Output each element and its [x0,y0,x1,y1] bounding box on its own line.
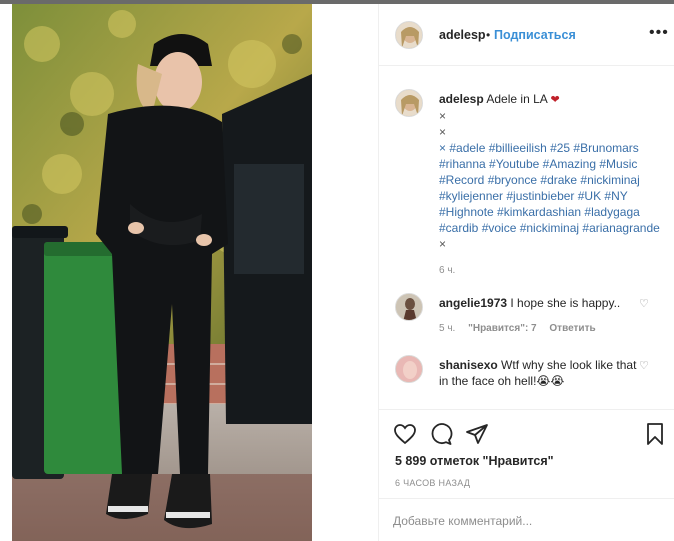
comment-input[interactable] [393,511,653,531]
comments-list[interactable]: adelesp Adele in LA ❤ × × × #adele #bill… [379,67,674,409]
post-header: adelesp • Подписаться ••• [379,4,674,66]
like-heart-icon[interactable] [393,422,419,448]
add-comment-bar [379,498,674,541]
comment-like-heart-icon[interactable]: ♡ [639,297,649,310]
author-username[interactable]: adelesp [439,28,486,42]
more-options-icon[interactable]: ••• [649,24,669,42]
avatar-image [396,294,422,320]
comment-timestamp[interactable]: 5 ч. [439,323,455,334]
comment-bubble-icon[interactable] [429,422,455,448]
share-send-icon[interactable] [465,422,491,448]
avatar-image [396,90,422,116]
photo-illustration [12,4,312,541]
commenter-avatar[interactable] [395,355,423,383]
post-timestamp[interactable]: 6 ЧАСОВ НАЗАД [395,478,470,488]
caption-hashtags[interactable]: × #adele #billieeilish #25 #Brunomars #r… [439,141,660,235]
comment-item: angelie1973 I hope she is happy.. 5 ч. "… [379,293,674,349]
caption-message: Adele in LA [486,92,548,106]
caption-timestamp[interactable]: 6 ч. [439,265,455,276]
comment-meta: 5 ч. "Нравится": 7 Ответить [439,323,606,334]
avatar-image [396,356,422,382]
comment-username[interactable]: shanisexo [439,358,498,372]
caption-text: adelesp Adele in LA ❤ × × × #adele #bill… [439,91,665,252]
caption-x-mark: × [439,125,447,139]
heart-emoji: ❤ [550,94,560,106]
comment-likes-count[interactable]: "Нравится": 7 [468,323,537,334]
comment-like-heart-icon[interactable]: ♡ [639,359,649,372]
commenter-avatar[interactable] [395,293,423,321]
author-avatar[interactable] [395,21,423,49]
post-photo[interactable] [12,4,312,541]
comment-username[interactable]: angelie1973 [439,296,507,310]
comment-text: shanisexo Wtf why she look like that in … [439,357,637,389]
post-side-panel: adelesp • Подписаться ••• adelesp Adele … [378,4,674,541]
reply-button[interactable]: Ответить [549,323,595,334]
caption-avatar[interactable] [395,89,423,117]
caption-x-mark: × [439,109,447,123]
comment-item: shanisexo Wtf why she look like that in … [379,355,674,409]
likes-count[interactable]: 5 899 отметок "Нравится" [395,454,554,468]
bookmark-icon[interactable] [643,422,669,448]
post-actions: 5 899 отметок "Нравится" 6 ЧАСОВ НАЗАД [379,409,674,541]
follow-button[interactable]: Подписаться [494,28,576,42]
separator-dot: • [486,28,491,42]
avatar-image [396,22,422,48]
caption-x-mark: × [439,237,447,251]
caption-username[interactable]: adelesp [439,92,484,106]
comment-message: I hope she is happy.. [510,296,621,310]
comment-text: angelie1973 I hope she is happy.. [439,295,637,311]
